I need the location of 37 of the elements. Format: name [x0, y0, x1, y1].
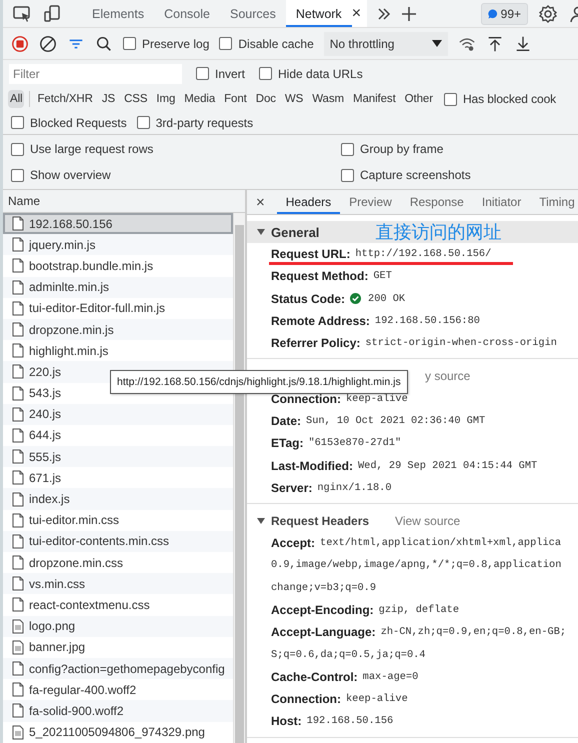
- header-name: Request Method:: [271, 269, 368, 284]
- header-value: GET: [373, 270, 392, 282]
- header-name: Accept-Encoding:: [271, 603, 374, 617]
- header-value: Sun, 10 Oct 2021 02:36:40 GMT: [306, 414, 486, 427]
- header-name: Remote Address:: [271, 314, 370, 328]
- header-value: "6153e870-27d1": [308, 437, 402, 450]
- header-value: S;q=0.6,da;q=0.5,ja;q=0.4: [271, 648, 426, 661]
- header-name: Server:: [271, 480, 312, 495]
- header-value: gzip, deflate: [378, 604, 460, 616]
- header-name: Accept-Language:: [271, 625, 376, 640]
- header-value: http://192.168.50.156/: [355, 248, 492, 260]
- header-name: Referrer Policy:: [271, 336, 360, 350]
- header-name: Connection:: [271, 692, 341, 706]
- header-value: 192.168.50.156:80: [374, 315, 480, 328]
- url-tooltip: http://192.168.50.156/cdnjs/highlight.js/9.18.1/highlight.min.js: [110, 370, 408, 394]
- header-value: max-age=0: [362, 670, 418, 683]
- header-value: nginx/1.18.0: [317, 482, 392, 494]
- header-value: 200 OK: [368, 292, 406, 305]
- header-value: text/html,application/xhtml+xml,applica: [320, 537, 562, 550]
- header-value: keep-alive: [346, 693, 408, 706]
- header-name: Connection:: [271, 392, 341, 406]
- header-name: ETag:: [271, 436, 304, 450]
- header-value: strict-origin-when-cross-origin: [365, 337, 557, 350]
- header-name: Host:: [271, 714, 302, 728]
- header-name: Last-Modified:: [271, 458, 353, 473]
- annotation-text: 直接访问的网址: [375, 221, 502, 244]
- header-name: Request URL:: [271, 247, 350, 262]
- header-value: Wed, 29 Sep 2021 04:15:44 GMT: [358, 460, 538, 472]
- header-value: change;v=b3;q=0.9: [271, 582, 376, 594]
- header-value: 0.9,image/webp,image/apng,*/*;q=0.8,application: [271, 559, 562, 572]
- header-value: 192.168.50.156: [306, 715, 394, 728]
- header-name: Cache-Control:: [271, 670, 358, 684]
- header-name: Status Code:: [271, 292, 346, 306]
- header-value: keep-alive: [346, 392, 408, 405]
- header-value: zh-CN,zh;q=0.9,en;q=0.8,en-GB;: [380, 626, 566, 638]
- header-name: Accept:: [271, 536, 316, 550]
- header-name: Date:: [271, 414, 302, 428]
